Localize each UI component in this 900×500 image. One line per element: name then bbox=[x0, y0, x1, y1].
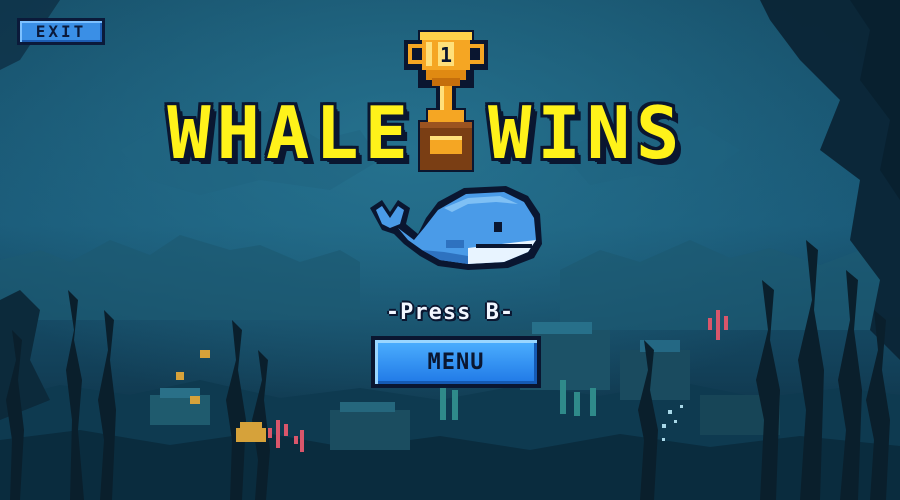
trophy-icon: 1 bbox=[404, 30, 488, 172]
game-win-screen: EXIT WHALE WINS 1 -Press B- MENU bbox=[0, 0, 900, 500]
whale-character bbox=[370, 186, 542, 270]
exit-button[interactable]: EXIT bbox=[17, 18, 105, 45]
press-b-prompt: -Press B- bbox=[385, 300, 515, 325]
menu-button[interactable]: MENU bbox=[371, 336, 541, 388]
trophy-number: 1 bbox=[440, 43, 452, 67]
